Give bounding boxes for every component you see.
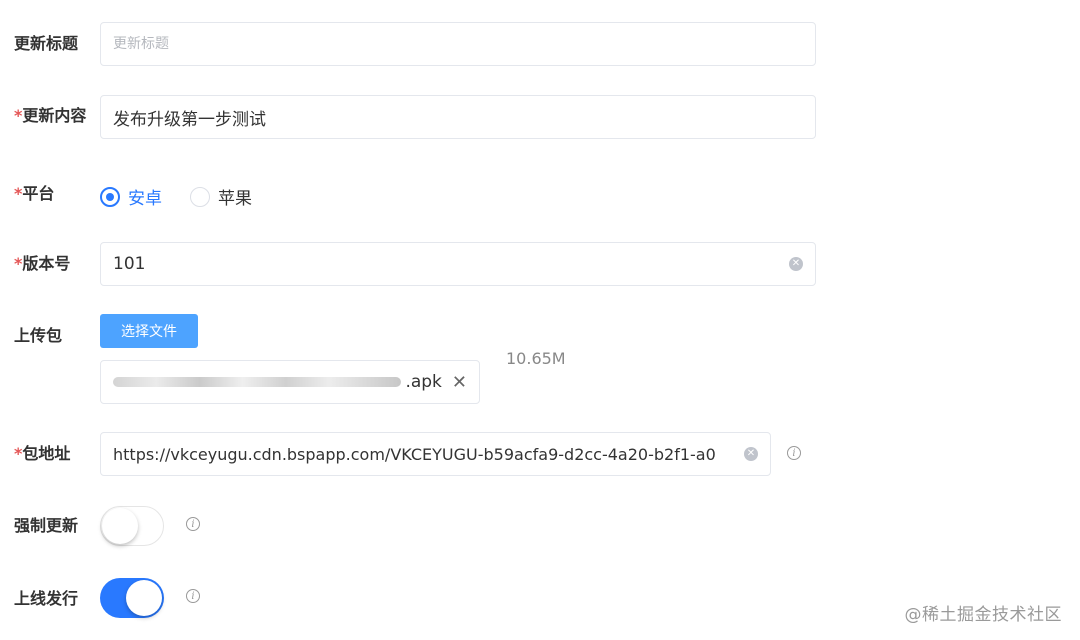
title-field[interactable] xyxy=(100,22,816,66)
content-input[interactable] xyxy=(113,107,803,127)
platform-radio-android[interactable]: 安卓 xyxy=(100,184,162,209)
platform-radio-ios[interactable]: 苹果 xyxy=(190,184,252,209)
watermark: @稀土掘金技术社区 xyxy=(904,605,1062,625)
radio-label: 安卓 xyxy=(128,189,162,209)
radio-label: 苹果 xyxy=(218,189,252,209)
file-name-suffix: .apk xyxy=(405,372,442,392)
info-icon[interactable]: i xyxy=(787,446,801,460)
title-input[interactable] xyxy=(113,36,803,52)
info-icon[interactable]: i xyxy=(186,517,200,531)
content-field[interactable] xyxy=(100,95,816,139)
upload-label: 上传包 xyxy=(14,326,63,345)
content-field-label: *更新内容 xyxy=(14,106,87,125)
switch-knob xyxy=(102,508,138,544)
package-url-input[interactable] xyxy=(113,444,736,464)
publish-online-switch[interactable] xyxy=(100,578,164,618)
choose-file-button[interactable]: 选择文件 xyxy=(100,314,198,348)
clear-icon[interactable]: ✕ xyxy=(789,257,803,271)
file-name-redacted xyxy=(113,377,402,387)
version-field-label: *版本号 xyxy=(14,254,71,273)
radio-checked-icon xyxy=(100,186,120,207)
package-url-field[interactable]: ✕ xyxy=(100,432,771,476)
info-icon[interactable]: i xyxy=(186,589,200,603)
version-input[interactable] xyxy=(113,254,781,274)
uploaded-file-card: .apk ✕ xyxy=(100,360,480,404)
publish-online-label: 上线发行 xyxy=(14,589,79,608)
clear-icon[interactable]: ✕ xyxy=(744,447,758,461)
radio-unchecked-icon xyxy=(190,186,210,207)
file-size: 10.65M xyxy=(506,349,566,368)
force-update-label: 强制更新 xyxy=(14,516,79,535)
package-url-label: *包地址 xyxy=(14,444,71,463)
title-field-label: 更新标题 xyxy=(14,34,79,53)
switch-knob xyxy=(126,580,162,616)
close-icon[interactable]: ✕ xyxy=(452,372,467,393)
force-update-switch[interactable] xyxy=(100,506,164,546)
platform-label: *平台 xyxy=(14,184,55,203)
version-field[interactable]: ✕ xyxy=(100,242,816,286)
